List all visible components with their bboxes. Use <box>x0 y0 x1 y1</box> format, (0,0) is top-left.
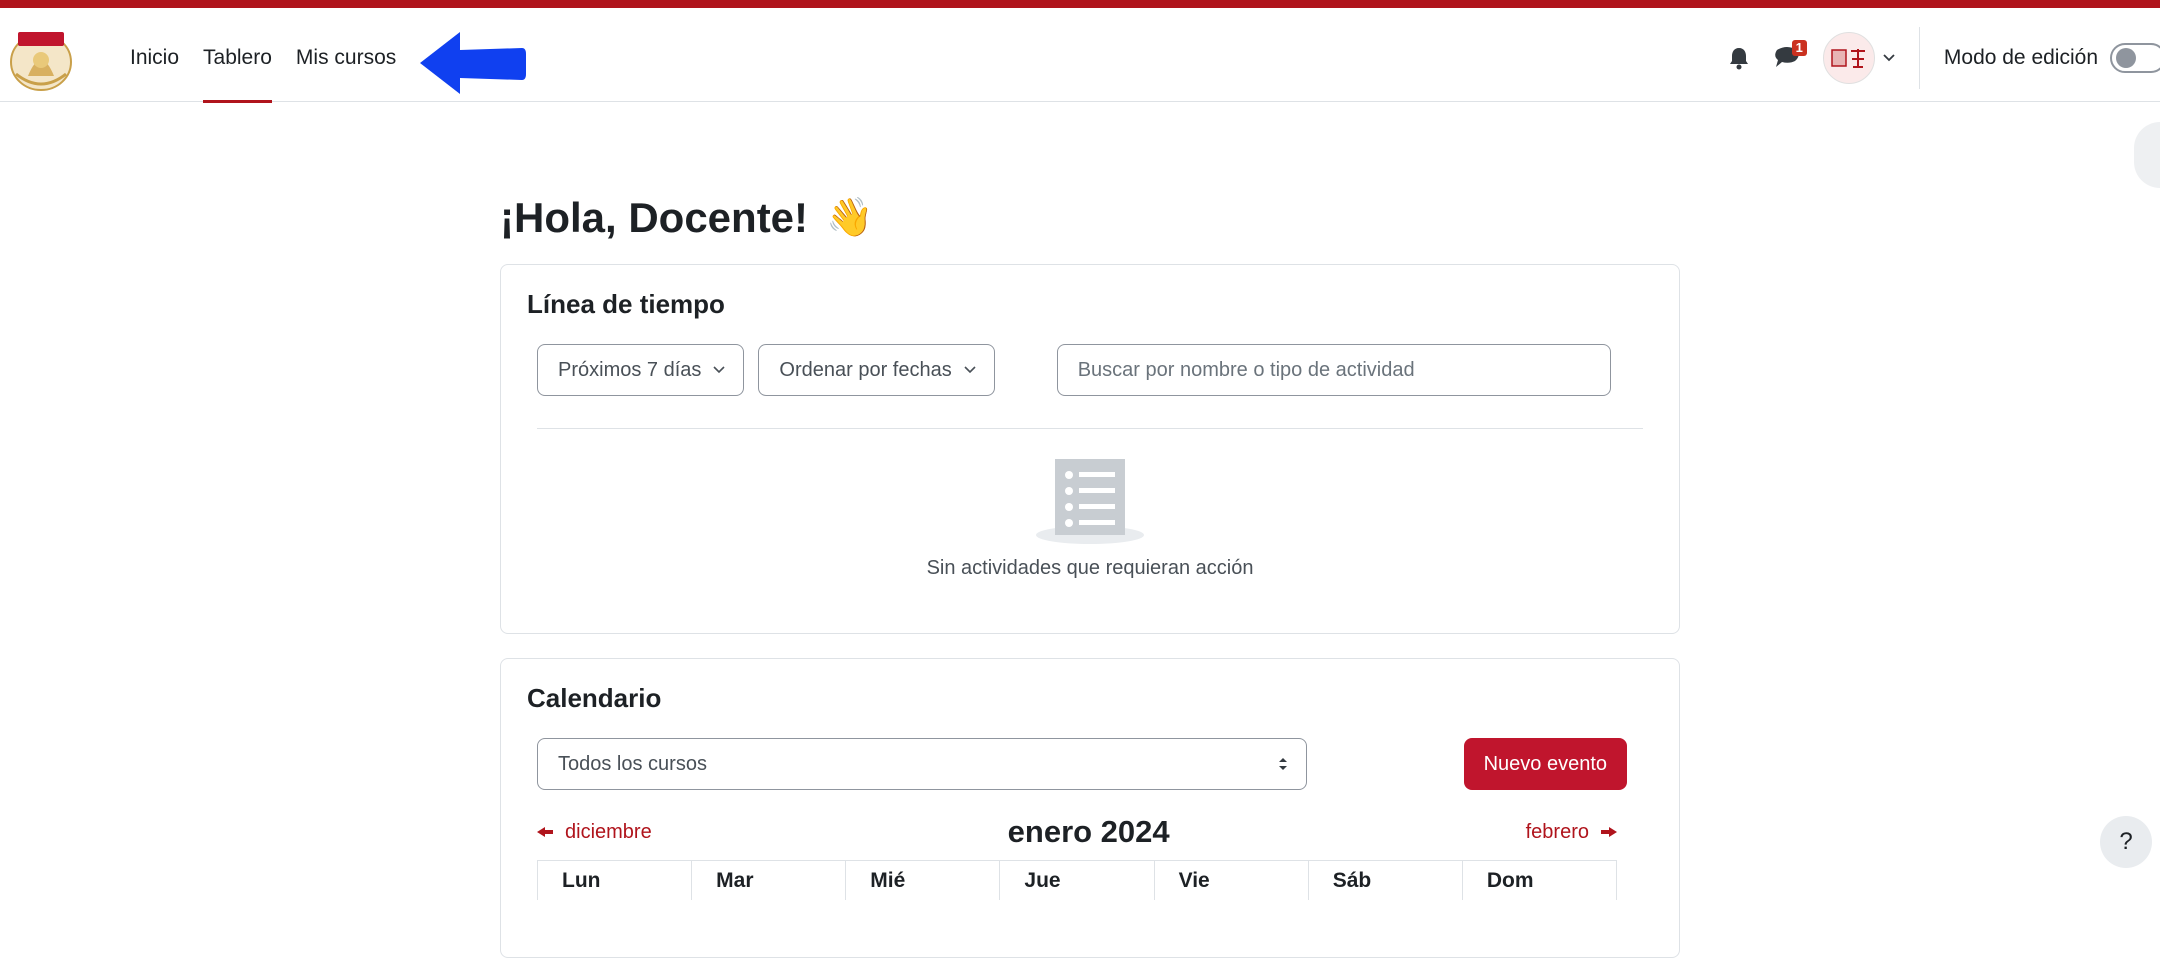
primary-navigation: Inicio Tablero Mis cursos <box>118 14 408 103</box>
course-filter-select[interactable]: Todos los cursos <box>537 738 1307 790</box>
navbar: Inicio Tablero Mis cursos 1 Modo de edic… <box>0 14 2160 103</box>
nav-link-tablero[interactable]: Tablero <box>191 14 284 103</box>
month-navigation: diciembre enero 2024 febrero <box>527 812 1653 852</box>
nav-divider <box>1918 27 1920 89</box>
brand-top-bar <box>0 0 2160 8</box>
page-title: ¡Hola, Docente! 👋 <box>500 190 1680 246</box>
timeline-empty-text: Sin actividades que requieran acción <box>926 557 1254 579</box>
prev-month-link[interactable]: diciembre <box>537 821 652 844</box>
calendar-block: Calendario Todos los cursos Nuevo evento… <box>500 658 1680 958</box>
timeline-filters: Próximos 7 días Ordenar por fechas Busca… <box>527 344 1653 396</box>
weekday-header: Lun Mar Mié Jue Vie Sáb Dom <box>537 860 1617 900</box>
nav-link-mis-cursos[interactable]: Mis cursos <box>284 14 408 102</box>
weekday-fri: Vie <box>1155 861 1309 900</box>
arrow-left-icon <box>420 32 526 94</box>
chevron-down-icon <box>713 366 725 374</box>
next-month-link[interactable]: febrero <box>1526 821 1617 844</box>
weekday-thu: Jue <box>1000 861 1155 900</box>
new-event-button[interactable]: Nuevo evento <box>1463 738 1627 790</box>
timeline-block: Línea de tiempo Próximos 7 días Ordenar … <box>500 264 1680 634</box>
bell-icon <box>1729 48 1748 70</box>
next-month-label: febrero <box>1525 820 1589 843</box>
timeline-search-placeholder: Buscar por nombre o tipo de actividad <box>1077 358 1415 381</box>
timeline-sort-label: Ordenar por fechas <box>779 358 952 381</box>
notifications-button[interactable] <box>1719 38 1759 78</box>
edit-mode-toggle[interactable] <box>2110 43 2160 73</box>
messages-count-badge: 1 <box>1791 40 1807 56</box>
list-icon <box>1036 459 1144 544</box>
calendar-title: Calendario <box>527 683 662 713</box>
nav-link-inicio[interactable]: Inicio <box>118 14 191 102</box>
drawer-toggle[interactable] <box>2134 122 2160 188</box>
arrow-left-icon <box>537 827 553 837</box>
weekday-tue: Mar <box>692 861 847 900</box>
prev-month-label: diciembre <box>565 820 652 843</box>
select-arrows-icon <box>1279 758 1287 770</box>
calendar-controls: Todos los cursos Nuevo evento <box>527 738 1653 790</box>
toggle-knob <box>2116 48 2136 68</box>
user-menu-toggle[interactable] <box>1822 32 1895 84</box>
greeting-text: ¡Hola, Docente! <box>500 194 809 241</box>
current-month-title: enero 2024 <box>1007 814 1170 849</box>
timeline-day-filter[interactable]: Próximos 7 días <box>537 344 745 396</box>
arrow-right-icon <box>1600 827 1617 837</box>
chevron-down-icon <box>964 366 976 374</box>
weekday-sat: Sáb <box>1309 861 1463 900</box>
timeline-day-filter-label: Próximos 7 días <box>558 358 702 381</box>
weekday-sun: Dom <box>1486 869 1534 892</box>
help-button[interactable]: ? <box>2100 816 2152 868</box>
timeline-title: Línea de tiempo <box>527 289 725 319</box>
waving-hand-icon: 👋 <box>826 197 874 239</box>
dashboard-main: ¡Hola, Docente! 👋 Línea de tiempo Próxim… <box>500 190 1680 958</box>
avatar <box>1822 32 1875 84</box>
site-logo[interactable] <box>6 24 76 92</box>
weekday-wed: Mié <box>846 861 1001 900</box>
timeline-divider <box>537 428 1643 429</box>
course-filter-value: Todos los cursos <box>558 752 707 775</box>
edit-mode-label: Modo de edición <box>1943 46 2098 69</box>
chevron-down-icon <box>1883 54 1895 62</box>
messages-button[interactable]: 1 <box>1767 38 1807 78</box>
timeline-empty-state: Sin actividades que requieran acción <box>527 457 1653 580</box>
timeline-sort-filter[interactable]: Ordenar por fechas <box>758 344 995 396</box>
timeline-search-input[interactable]: Buscar por nombre o tipo de actividad <box>1056 344 1611 396</box>
weekday-mon: Lun <box>538 861 693 900</box>
user-navigation: 1 Modo de edición <box>1715 14 2160 102</box>
